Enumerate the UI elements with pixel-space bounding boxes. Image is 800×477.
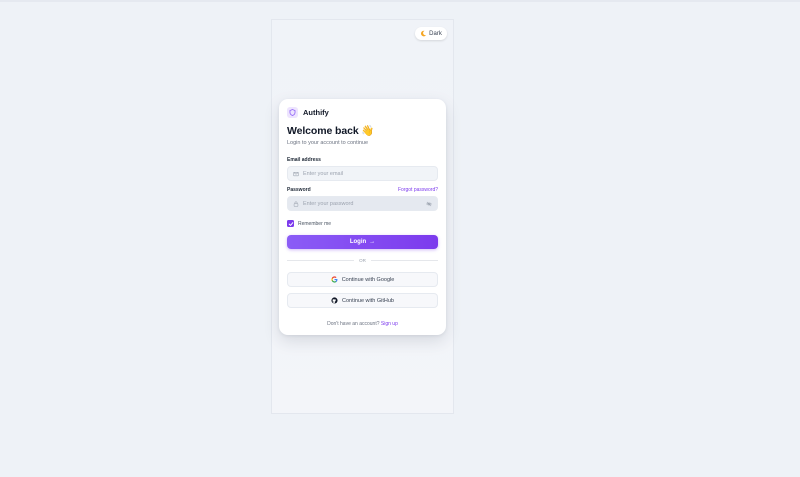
- lock-icon: [293, 200, 299, 207]
- login-button[interactable]: Login →: [287, 235, 438, 249]
- login-button-label: Login: [349, 239, 367, 245]
- login-card: Authify Welcome back 👋 Login to your acc…: [279, 99, 446, 335]
- divider-line-left: [287, 260, 355, 261]
- brand: Authify: [287, 107, 329, 118]
- github-login-button[interactable]: Continue with GitHub: [287, 293, 438, 308]
- theme-toggle-label: Dark: [429, 30, 442, 37]
- moon-icon: [421, 30, 427, 37]
- eye-off-icon[interactable]: [426, 201, 432, 207]
- github-icon: [331, 297, 338, 304]
- email-label: Email address: [287, 157, 321, 163]
- divider-label: OR: [359, 257, 366, 263]
- google-icon: [331, 276, 338, 283]
- remember-me-label: Remember me: [298, 220, 332, 227]
- arrow-right-icon: →: [369, 239, 376, 245]
- brand-name: Authify: [303, 108, 329, 117]
- shield-icon: [289, 109, 296, 116]
- signup-prompt-text: Don't have an account?: [327, 321, 380, 327]
- or-divider: OR: [287, 257, 438, 263]
- page-subtitle: Login to your account to continue: [287, 140, 369, 146]
- password-label: Password: [287, 187, 311, 193]
- divider-line-right: [370, 260, 438, 261]
- password-field-wrapper: [287, 196, 438, 211]
- mail-icon: [293, 171, 299, 176]
- top-border: [0, 0, 800, 2]
- email-field-wrapper: [287, 166, 438, 181]
- github-login-label: Continue with GitHub: [342, 297, 394, 304]
- signup-prompt: Don't have an account? Sign up: [279, 321, 446, 327]
- google-login-label: Continue with Google: [341, 276, 395, 283]
- remember-me-checkbox[interactable]: [287, 220, 294, 227]
- email-input[interactable]: [303, 170, 423, 177]
- theme-toggle-button[interactable]: Dark: [415, 27, 447, 40]
- page-title: Welcome back 👋: [287, 125, 375, 137]
- signup-link[interactable]: Sign up: [381, 321, 398, 327]
- brand-logo: [287, 107, 298, 118]
- password-input[interactable]: [303, 200, 423, 207]
- check-icon: [288, 221, 293, 226]
- google-login-button[interactable]: Continue with Google: [287, 272, 438, 287]
- remember-me[interactable]: Remember me: [287, 220, 331, 227]
- forgot-password-link[interactable]: Forgot password?: [398, 187, 438, 193]
